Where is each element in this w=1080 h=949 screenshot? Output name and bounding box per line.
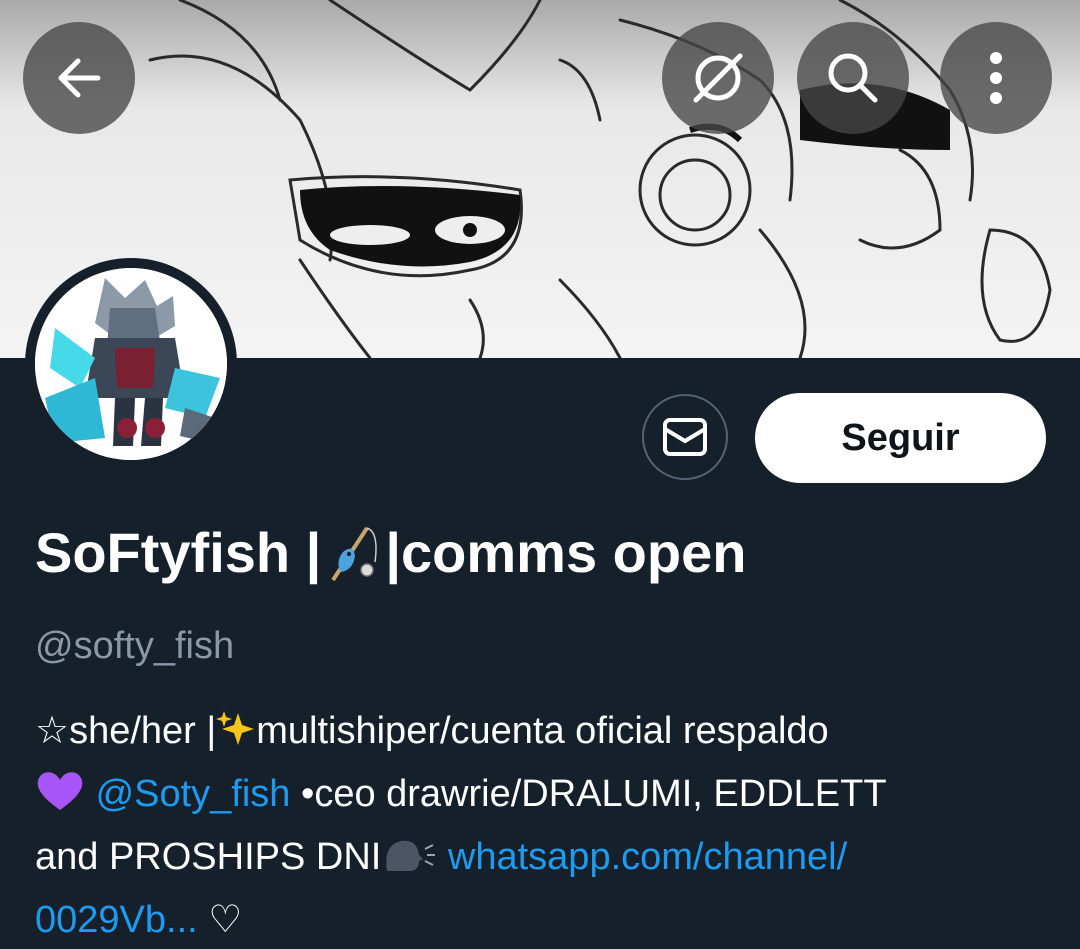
user-handle: @softy_fish [35,625,235,667]
bio-line3-prefix: and PROSHIPS DNI [35,836,382,878]
bio-line1-prefix: ☆she/her | [35,710,217,752]
whatsapp-link-part2: 0029Vb... [35,899,198,941]
avatar[interactable] [25,258,237,470]
search-icon [828,53,878,103]
display-name-part2: |comms open [385,521,747,584]
translate-off-icon [693,53,743,103]
translate-button[interactable] [662,22,774,134]
bio-line2: •ceo drawrie/DRALUMI, EDDLETT [290,773,887,815]
display-name: SoFtyfish | |comms open [35,517,746,599]
speaking-head-icon [381,835,437,892]
whatsapp-link-part1: whatsapp.com/channel/ [447,836,848,878]
bio-line1-suffix: multishiper/cuenta oficial respaldo [256,710,829,752]
sparkles-icon [216,709,256,766]
search-button[interactable] [797,22,909,134]
arrow-left-icon [58,58,101,98]
more-vertical-icon [990,52,1002,104]
mention-link[interactable]: @Soty_fish [96,773,291,815]
back-button[interactable] [23,22,135,134]
message-button[interactable] [642,394,728,480]
mail-icon [663,418,707,456]
heart-symbol: ♡ [197,899,243,941]
display-name-part1: SoFtyfish | [35,521,322,584]
purple-heart-icon [35,768,85,829]
more-options-button[interactable] [940,22,1052,134]
fishing-pole-icon [323,522,383,599]
follow-button[interactable]: Seguir [755,393,1046,483]
avatar-image [35,268,227,460]
profile-bio: ☆she/her | multishiper/cuenta oficial re… [35,703,1055,949]
